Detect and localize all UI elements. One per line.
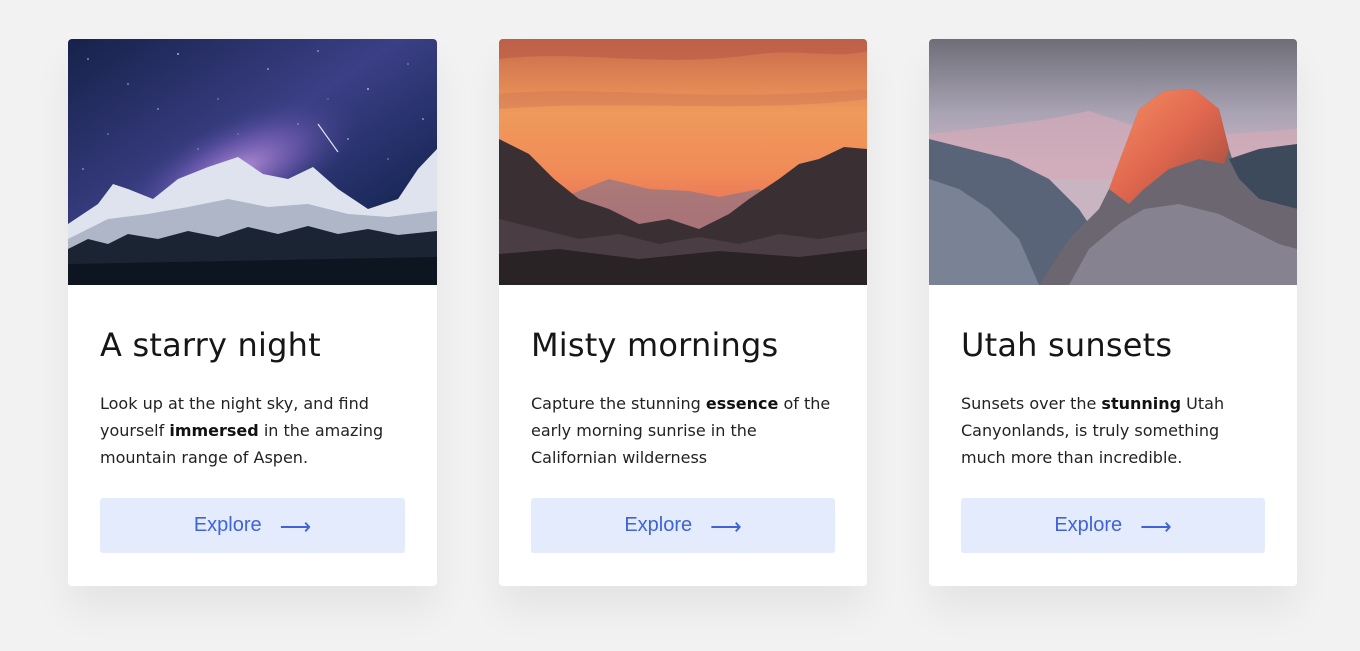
- card-description-emphasis: essence: [705, 394, 779, 413]
- card-image-starry-night: [68, 39, 437, 285]
- card-description-emphasis: immersed: [169, 421, 259, 440]
- card-body: Utah sunsets Sunsets over the stunning U…: [929, 285, 1297, 471]
- explore-button[interactable]: Explore ⟶: [531, 498, 835, 553]
- card-image-misty-mornings: [499, 39, 867, 285]
- card-grid: A starry night Look up at the night sky,…: [68, 39, 1297, 586]
- explore-button-label: Explore: [624, 514, 693, 536]
- card-utah-sunsets: Utah sunsets Sunsets over the stunning U…: [929, 39, 1297, 586]
- card-starry-night: A starry night Look up at the night sky,…: [68, 39, 437, 586]
- card-body: A starry night Look up at the night sky,…: [68, 285, 437, 471]
- card-title: A starry night: [100, 326, 321, 364]
- card-description-emphasis: stunning: [1101, 394, 1182, 413]
- card-description: Look up at the night sky, and find yours…: [100, 394, 384, 467]
- explore-button-label: Explore: [193, 514, 262, 536]
- arrow-right-icon: ⟶: [279, 513, 312, 539]
- card-description: Capture the stunning essence of the earl…: [531, 394, 831, 467]
- explore-button[interactable]: Explore ⟶: [961, 498, 1265, 553]
- card-body: Misty mornings Capture the stunning esse…: [499, 285, 867, 471]
- arrow-right-icon: ⟶: [1140, 513, 1172, 539]
- arrow-right-icon: ⟶: [710, 513, 742, 539]
- card-title: Utah sunsets: [961, 326, 1173, 364]
- card-description: Sunsets over the stunning Utah Canyonlan…: [961, 394, 1225, 467]
- explore-button[interactable]: Explore ⟶: [100, 498, 405, 553]
- explore-button-label: Explore: [1054, 514, 1123, 536]
- card-image-utah-sunsets: [929, 39, 1297, 285]
- card-title: Misty mornings: [531, 326, 779, 364]
- card-misty-mornings: Misty mornings Capture the stunning esse…: [499, 39, 867, 586]
